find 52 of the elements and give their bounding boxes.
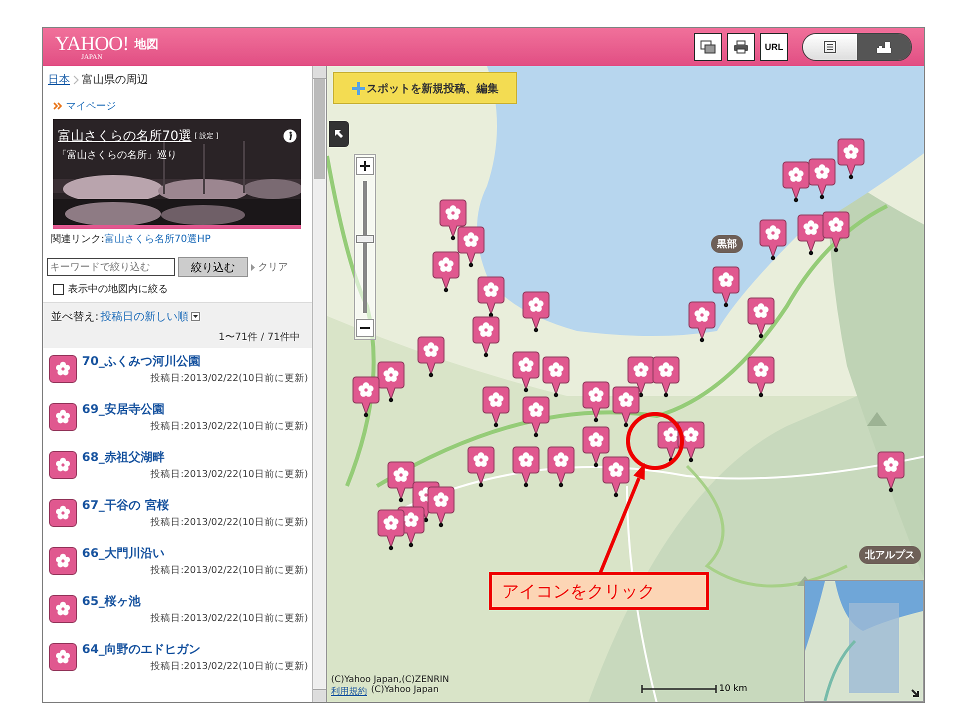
cherry-blossom-icon[interactable] <box>49 499 77 527</box>
post-date: 投稿日:2013/02/22(10日前に更新) <box>150 468 308 481</box>
post-date: 投稿日:2013/02/22(10日前に更新) <box>150 564 308 577</box>
spot-link[interactable]: 69_安居寺公園 <box>82 401 308 418</box>
post-date: 投稿日:2013/02/22(10日前に更新) <box>150 660 308 673</box>
print-button[interactable] <box>727 33 755 61</box>
spot-link[interactable]: 67_干谷の 宮桜 <box>82 497 308 514</box>
clear-link[interactable]: クリア <box>258 260 288 274</box>
sort-dropdown[interactable]: 投稿日の新しい順 <box>100 309 189 324</box>
dropdown-icon[interactable] <box>190 312 200 321</box>
spot-link[interactable]: 64_向野のエドヒガン <box>82 641 308 658</box>
breadcrumb-link[interactable]: 日本 <box>48 72 70 87</box>
service-name: 地図 <box>134 36 159 52</box>
list-icon <box>823 40 837 54</box>
spot-link[interactable]: 68_赤祖父湖畔 <box>82 449 308 466</box>
scrollbar[interactable] <box>312 66 326 702</box>
blocks-icon <box>876 40 892 54</box>
chevron-icon <box>73 74 79 84</box>
checkbox[interactable] <box>53 284 64 294</box>
post-date: 投稿日:2013/02/22(10日前に更新) <box>150 516 308 529</box>
breadcrumb-current: 富山県の周辺 <box>82 72 148 87</box>
banner-title-link[interactable]: 富山さくらの名所70選 <box>58 127 192 145</box>
window-button[interactable] <box>694 33 722 61</box>
related-label: 関連リンク: <box>51 234 104 245</box>
post-date: 投稿日:2013/02/22(10日前に更新) <box>150 372 308 385</box>
triangle-icon <box>251 264 255 270</box>
filter-button[interactable]: 絞り込む <box>178 257 248 277</box>
cherry-blossom-icon[interactable] <box>49 403 77 431</box>
spot-link[interactable]: 70_ふくみつ河川公園 <box>82 353 308 370</box>
sort-label: 並べ替え: <box>51 309 99 324</box>
double-chevron-icon <box>53 102 64 110</box>
related-link[interactable]: 富山さくら名所70選HP <box>104 234 211 245</box>
keyword-field[interactable]: キーワードで絞り込む <box>47 258 175 276</box>
checkbox-label: 表示中の地図内に絞る <box>68 282 168 296</box>
banner-subtitle: 「富山さくらの名所」巡り <box>56 148 178 163</box>
info-icon[interactable] <box>283 129 298 143</box>
cherry-blossom-icon[interactable] <box>49 643 77 671</box>
url-button[interactable]: URL <box>760 33 788 61</box>
print-icon <box>733 40 749 54</box>
cherry-blossom-icon[interactable] <box>49 355 77 383</box>
cherry-blossom-icon[interactable] <box>49 595 77 623</box>
mypage-link[interactable]: マイページ <box>66 99 116 113</box>
result-count: 1〜71件 / 71件中 <box>218 330 302 344</box>
list-view-button[interactable] <box>803 34 857 60</box>
cherry-blossom-icon[interactable] <box>49 451 77 479</box>
post-date: 投稿日:2013/02/22(10日前に更新) <box>150 420 308 433</box>
spot-link[interactable]: 65_桜ヶ池 <box>82 593 308 610</box>
spot-link[interactable]: 66_大門川沿い <box>82 545 308 562</box>
post-date: 投稿日:2013/02/22(10日前に更新) <box>150 612 308 625</box>
map-view-button[interactable] <box>857 34 911 60</box>
windows-icon <box>700 40 716 54</box>
cherry-blossom-icon[interactable] <box>49 547 77 575</box>
